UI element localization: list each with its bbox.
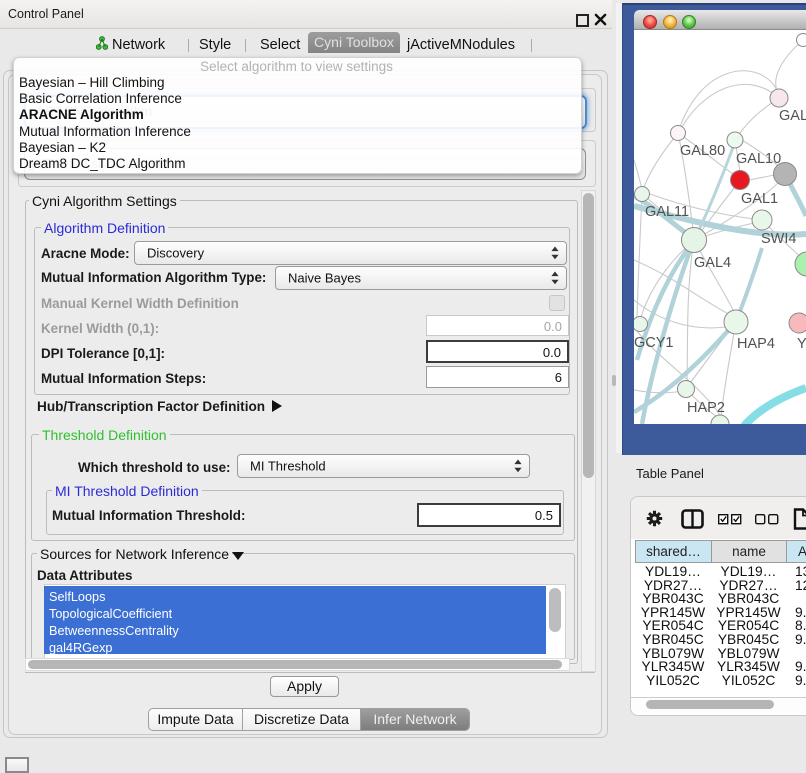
svg-text:HAP4: HAP4 <box>737 336 775 352</box>
svg-text:GAL80: GAL80 <box>680 143 725 159</box>
svg-text:HAP2: HAP2 <box>687 400 725 416</box>
svg-text:GAL4: GAL4 <box>694 255 731 271</box>
svg-text:GAL10: GAL10 <box>736 151 781 167</box>
svg-text:GAL11: GAL11 <box>645 204 689 220</box>
svg-text:GAL7: GAL7 <box>779 108 806 124</box>
svg-text:GCY1: GCY1 <box>634 335 674 351</box>
svg-text:YC: YC <box>797 336 806 352</box>
svg-text:SWI4: SWI4 <box>761 231 796 247</box>
svg-text:GAL1: GAL1 <box>741 191 778 207</box>
